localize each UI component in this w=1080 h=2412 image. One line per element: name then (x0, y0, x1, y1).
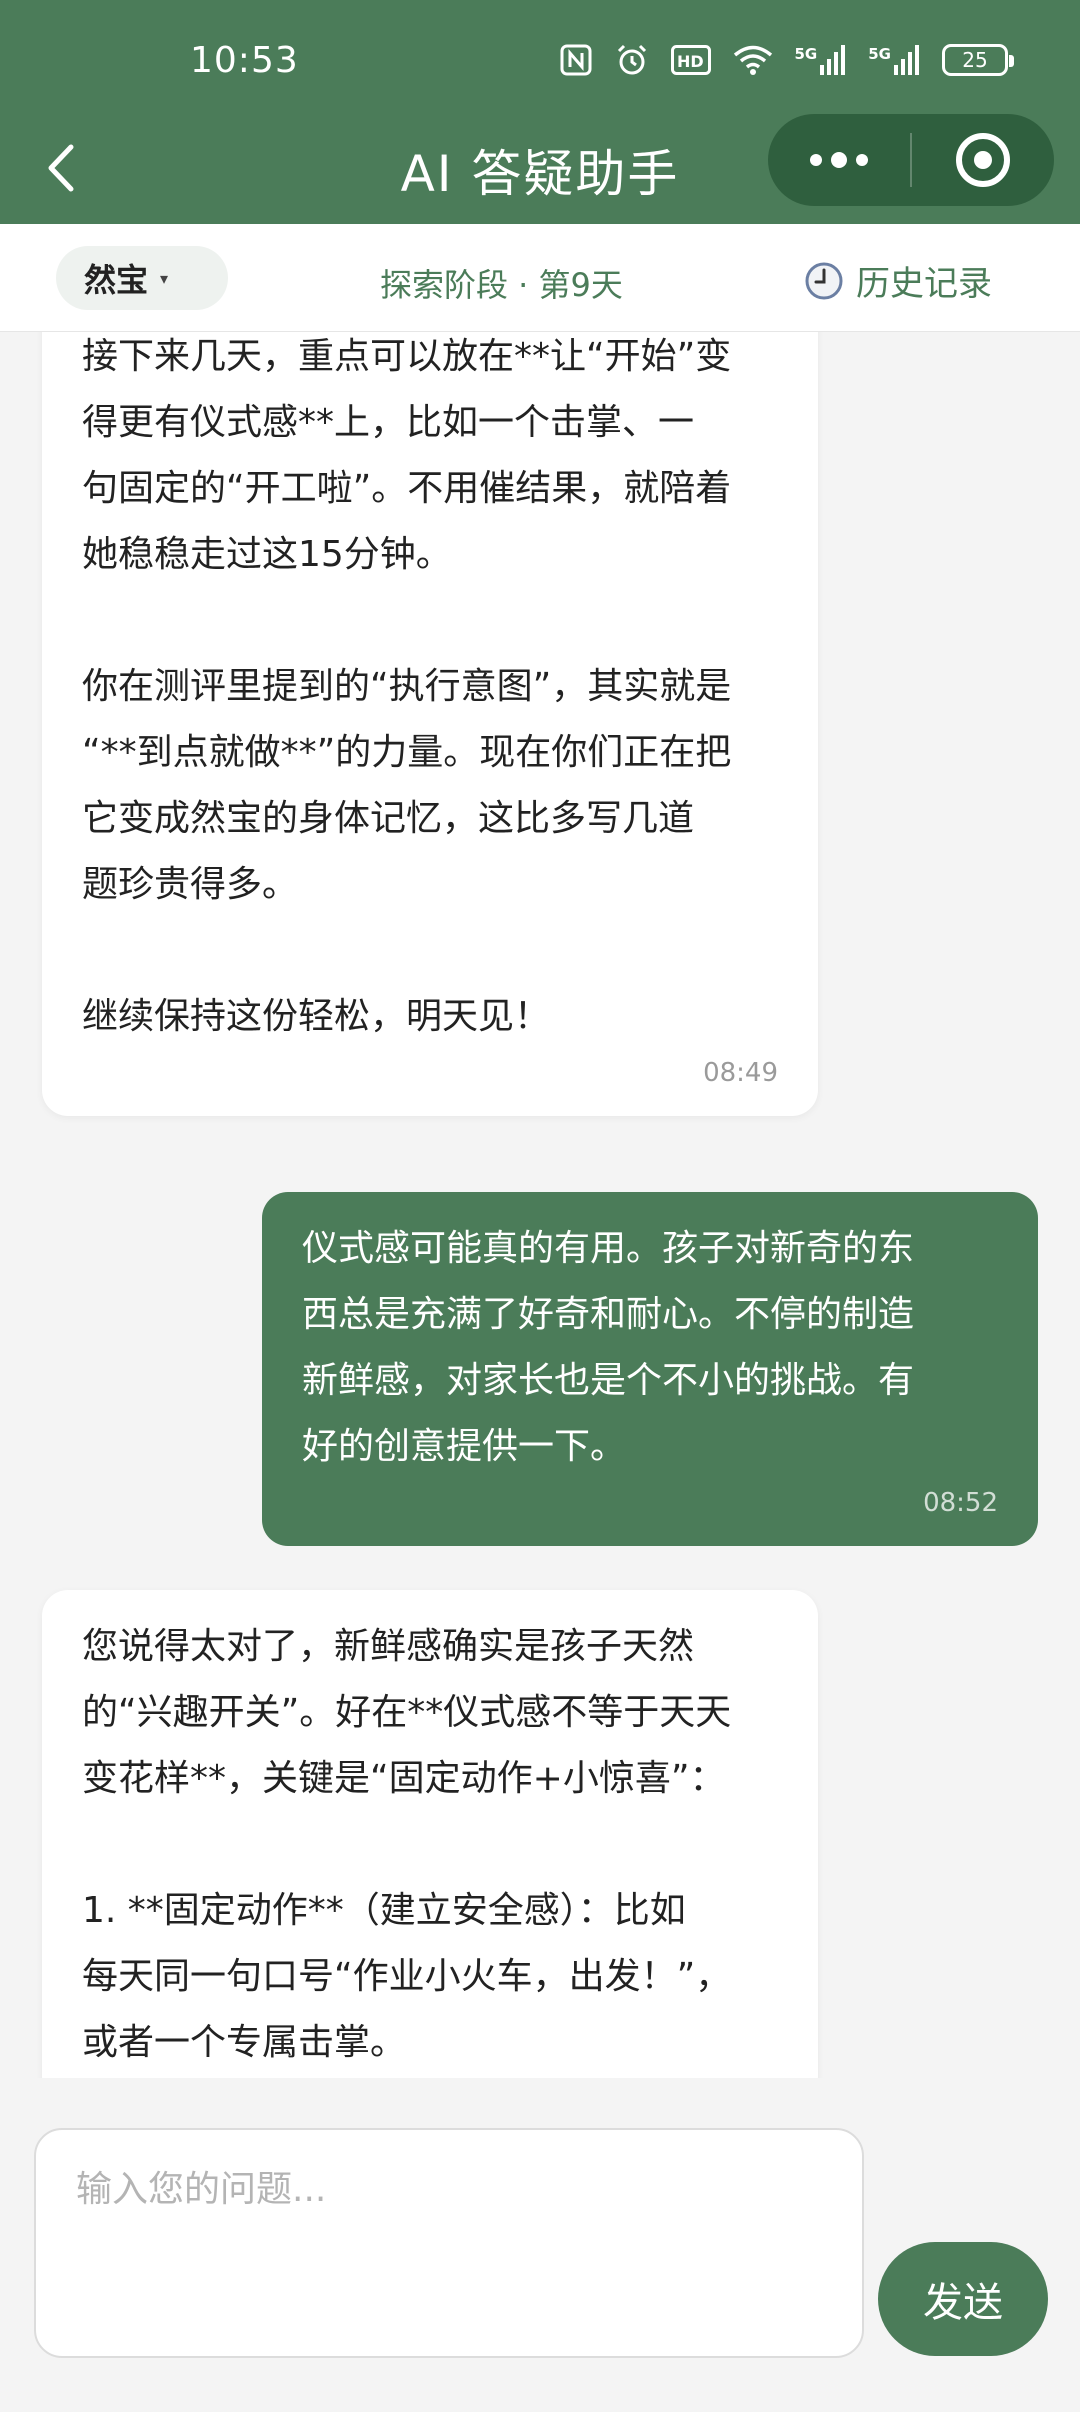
signal-bars-icon (894, 45, 919, 75)
message-line: 她稳稳走过这15分钟。 (82, 534, 452, 575)
history-label: 历史记录 (856, 264, 992, 304)
caret-down-icon: ▾ (160, 268, 169, 288)
send-label: 发送 (923, 2280, 1003, 2326)
input-placeholder: 输入您的问题... (76, 2169, 327, 2210)
clock-icon (805, 262, 843, 299)
message-time: 08:52 (923, 1488, 998, 1518)
more-button[interactable] (768, 114, 910, 206)
child-selector[interactable]: 然宝 ▾ (56, 246, 228, 310)
network-label-2: 5G (868, 45, 891, 63)
child-name: 然宝 (84, 261, 149, 299)
bot-message: 接下来几天，重点可以放在**让“开始”变 得更有仪式感**上，比如一个击掌、一 … (42, 332, 818, 1116)
network-label-1: 5G (794, 45, 818, 63)
message-line: 它变成然宝的身体记忆，这比多写几道 (82, 798, 695, 839)
close-button[interactable] (912, 114, 1054, 206)
target-circle-icon (956, 133, 1010, 187)
stage-label: 探索阶段 · 第9天 (380, 266, 623, 304)
bot-message: 您说得太对了，新鲜感确实是孩子天然 的“兴趣开关”。好在**仪式感不等于天天 变… (42, 1590, 818, 2078)
signal-2: 5G (868, 45, 920, 75)
message-line: 仪式感可能真的有用。孩子对新奇的东 (302, 1228, 915, 1269)
wifi-icon (733, 45, 772, 75)
signal-1: 5G (795, 45, 847, 75)
message-line: 得更有仪式感**上，比如一个击掌、一 (82, 402, 695, 443)
message-line: 新鲜感，对家长也是个不小的挑战。有 (302, 1360, 915, 1401)
nfc-icon (560, 44, 591, 76)
send-button[interactable]: 发送 (878, 2242, 1048, 2356)
message-line: 继续保持这份轻松，明天见！ (82, 996, 551, 1037)
signal-bars-icon (820, 45, 846, 75)
message-line: 好的创意提供一下。 (302, 1426, 627, 1467)
user-message: 仪式感可能真的有用。孩子对新奇的东 西总是充满了好奇和耐心。不停的制造 新鲜感，… (262, 1192, 1038, 1546)
question-input[interactable]: 输入您的问题... (34, 2128, 864, 2358)
mini-program-capsule (768, 114, 1054, 206)
message-line: 每天同一句口号“作业小火车，出发！”， (82, 1956, 732, 1997)
chat-area[interactable]: 接下来几天，重点可以放在**让“开始”变 得更有仪式感**上，比如一个击掌、一 … (0, 332, 1080, 2078)
sub-header: 然宝 ▾ 探索阶段 · 第9天 历史记录 (0, 224, 1080, 332)
svg-text:HD: HD (677, 52, 704, 71)
message-time: 08:49 (703, 1058, 778, 1088)
message-line: 接下来几天，重点可以放在**让“开始”变 (82, 336, 732, 377)
message-line: 的“兴趣开关”。好在**仪式感不等于天天 (82, 1692, 732, 1733)
message-line: 句固定的“开工啦”。不用催结果，就陪着 (82, 468, 732, 509)
message-line: 1. **固定动作**（建立安全感）：比如 (82, 1890, 686, 1931)
more-dots-icon (856, 154, 868, 166)
status-time: 10:53 (190, 40, 299, 81)
hd-voice-icon: HD (670, 45, 711, 75)
message-line: 你在测评里提到的“执行意图”，其实就是 (82, 666, 732, 707)
alarm-icon (617, 44, 646, 75)
top-bar: 10:53 HD 5G 5G 25 AI 答疑助手 (0, 0, 1080, 224)
battery-icon: 25 (942, 44, 1014, 76)
message-line: “**到点就做**”的力量。现在你们正在把 (82, 732, 732, 773)
battery-level: 25 (962, 48, 988, 72)
title-bar: AI 答疑助手 (0, 112, 1080, 224)
message-line: 变花样**，关键是“固定动作+小惊喜”： (82, 1758, 726, 1799)
more-dots-icon (831, 152, 847, 168)
message-line: 或者一个专属击掌。 (82, 2022, 407, 2063)
history-button[interactable]: 历史记录 (804, 256, 992, 305)
message-line: 题珍贵得多。 (82, 864, 299, 905)
composer: 输入您的问题... 发送 (0, 2078, 1080, 2412)
more-dots-icon (810, 154, 822, 166)
status-bar: 10:53 HD 5G 5G 25 (0, 0, 1080, 120)
message-line: 西总是充满了好奇和耐心。不停的制造 (302, 1294, 915, 1335)
message-line: 您说得太对了，新鲜感确实是孩子天然 (82, 1626, 695, 1667)
status-icons: HD 5G 5G 25 (559, 38, 1014, 82)
